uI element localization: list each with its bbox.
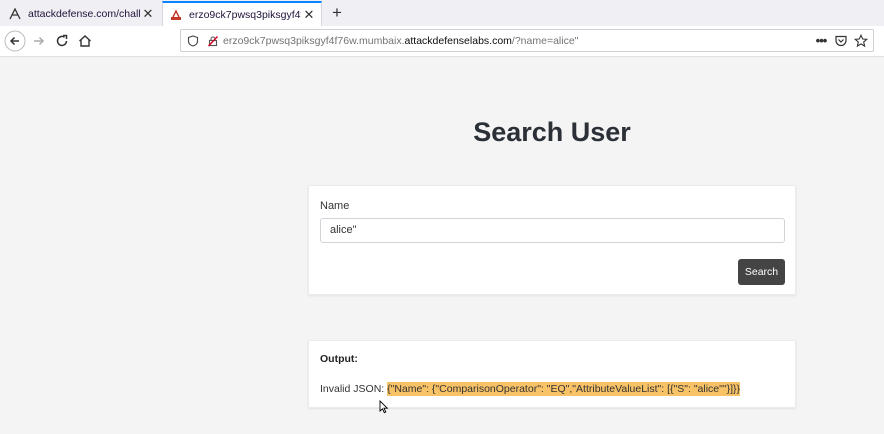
mouse-cursor-icon — [379, 399, 389, 419]
home-icon — [79, 35, 91, 47]
url-suffix: /?name=alice" — [511, 34, 579, 47]
name-label: Name — [320, 200, 350, 212]
back-arrow-icon — [4, 30, 26, 52]
lab-favicon-icon — [169, 8, 183, 22]
forward-arrow-icon — [34, 36, 45, 46]
back-button[interactable] — [3, 29, 27, 53]
insecure-lock-icon[interactable] — [207, 35, 219, 47]
search-button[interactable]: Search — [738, 259, 785, 285]
shield-icon[interactable] — [187, 34, 199, 47]
reload-button[interactable] — [50, 29, 74, 53]
page-title: Search User — [473, 117, 631, 147]
page-content: Search User Name alice" Search Output: I… — [0, 57, 884, 434]
url-text[interactable]: erzo9ck7pwsq3piksgyf4f76w.mumbaix.attack… — [223, 35, 578, 47]
url-prefix: erzo9ck7pwsq3piksgyf4f76w.mumbaix. — [223, 34, 405, 47]
url-bar[interactable]: erzo9ck7pwsq3piksgyf4f76w.mumbaix.attack… — [180, 29, 874, 52]
tab-bar: attackdefense.com/challengedi ✕ erzo9ck7… — [0, 0, 884, 27]
pocket-icon[interactable] — [831, 34, 851, 48]
tab-erzo[interactable]: erzo9ck7pwsq3piksgyf4f76w.m ✕ — [162, 1, 322, 27]
output-json-highlight: {"Name": {"ComparisonOperator": "EQ","At… — [387, 382, 741, 396]
attackdefense-favicon-icon — [8, 7, 22, 21]
output-prefix: Invalid JSON: — [320, 383, 388, 395]
close-tab-icon[interactable]: ✕ — [301, 7, 317, 23]
tab-title: attackdefense.com/challengedi — [28, 7, 140, 20]
tab-attackdefense[interactable]: attackdefense.com/challengedi ✕ — [2, 1, 160, 26]
name-input[interactable]: alice" — [320, 218, 785, 243]
home-button[interactable] — [73, 29, 97, 53]
tab-title: erzo9ck7pwsq3piksgyf4f76w.m — [189, 9, 301, 21]
page-actions-icon[interactable]: ••• — [811, 33, 831, 48]
nav-bar: erzo9ck7pwsq3piksgyf4f76w.mumbaix.attack… — [0, 26, 884, 57]
bookmark-star-icon[interactable] — [851, 33, 871, 48]
close-tab-icon[interactable]: ✕ — [140, 6, 156, 22]
output-label: Output: — [320, 353, 358, 365]
search-form-card: Name alice" Search — [308, 185, 796, 295]
new-tab-icon[interactable]: + — [327, 2, 347, 24]
reload-icon — [56, 34, 68, 47]
output-message: Invalid JSON: {"Name": {"ComparisonOpera… — [320, 382, 741, 396]
forward-button[interactable] — [27, 29, 51, 53]
url-host: attackdefenselabs.com — [404, 34, 512, 47]
output-card: Output: Invalid JSON: {"Name": {"Compari… — [308, 340, 796, 408]
